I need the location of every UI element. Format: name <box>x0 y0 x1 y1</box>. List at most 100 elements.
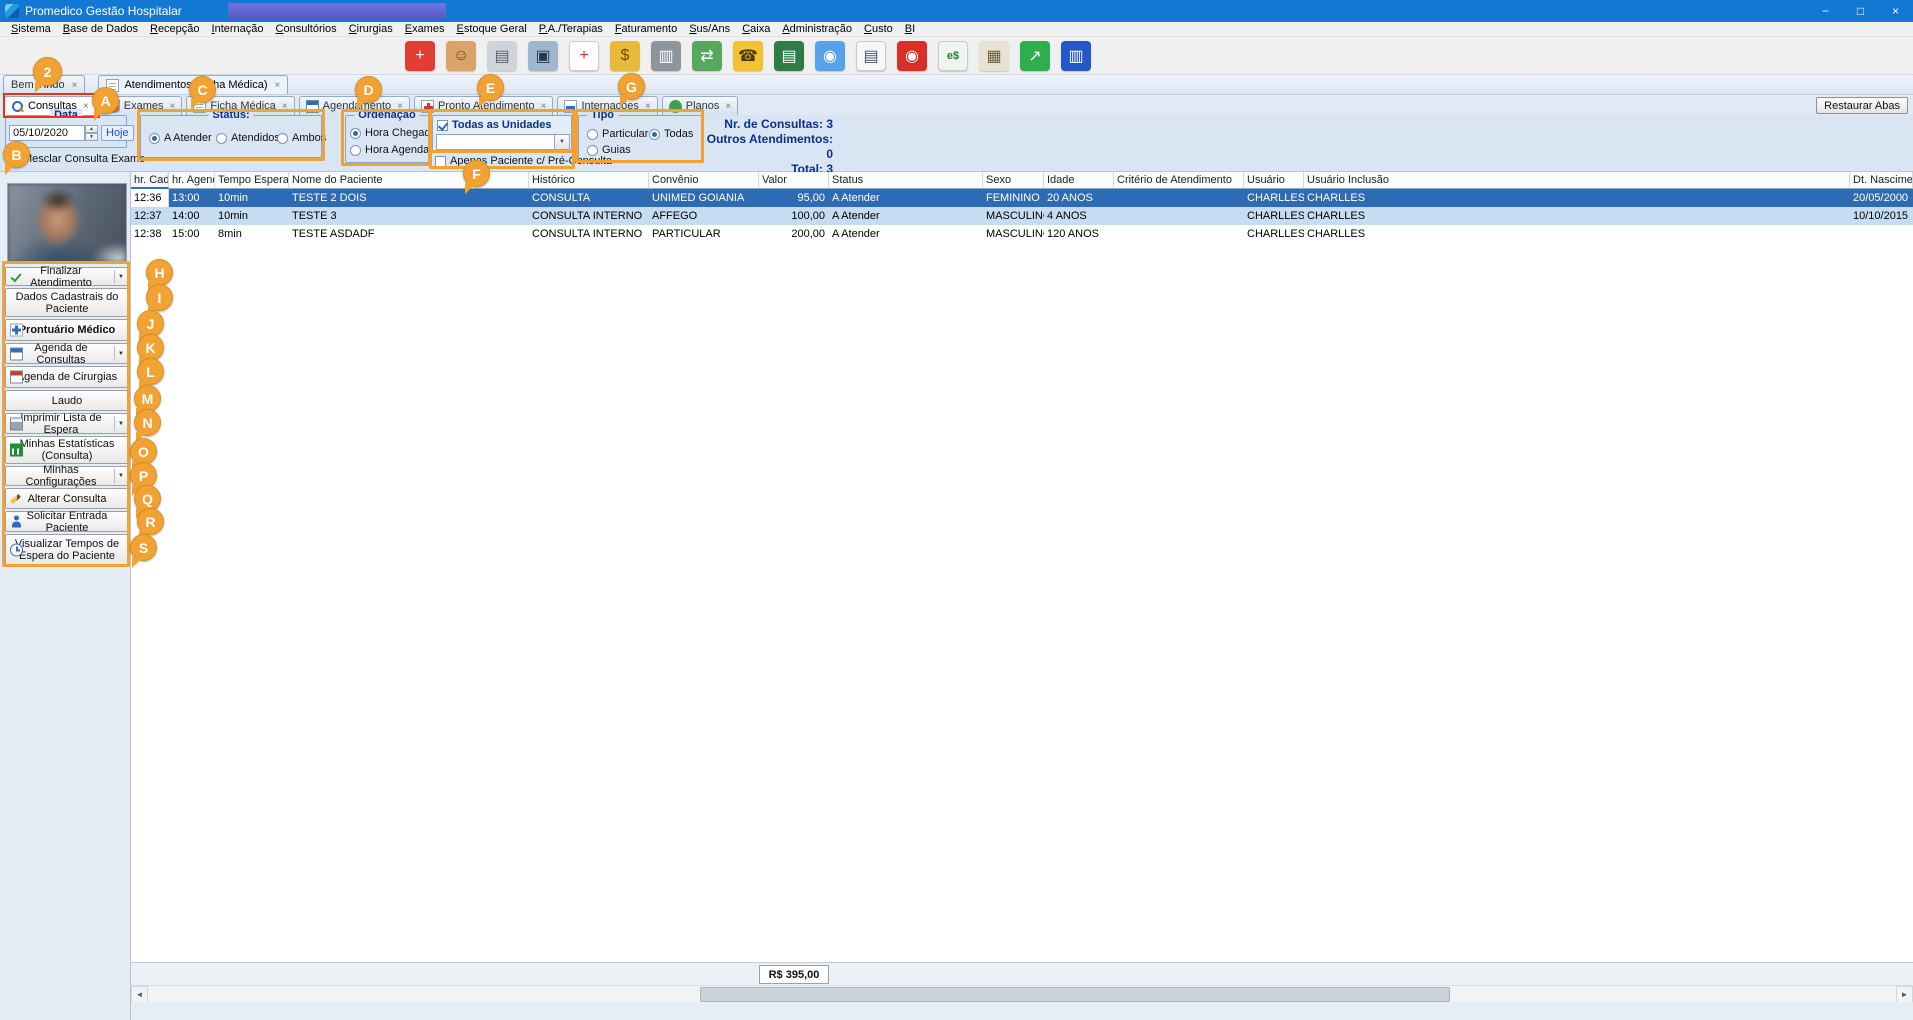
column-header[interactable]: Valor <box>759 172 829 189</box>
monitoring-icon[interactable]: ↗ <box>1020 41 1050 71</box>
phonebook-icon[interactable]: ☎ <box>733 41 763 71</box>
date-input[interactable]: 05/10/2020 <box>9 125 85 141</box>
stats-label: Nr. de Consultas: <box>724 117 823 131</box>
column-header[interactable]: Tempo Espera <box>215 172 289 189</box>
close-icon[interactable]: × <box>72 80 78 91</box>
scroll-left-icon[interactable]: ◄ <box>131 986 148 1003</box>
column-header[interactable]: Status <box>829 172 983 189</box>
stats-summary: Nr. de Consultas: 3 Outros Atendimentos:… <box>698 117 833 177</box>
column-header[interactable]: hr. Cad. <box>131 172 169 189</box>
annotation-red-rect-consultas <box>3 93 100 118</box>
close-icon[interactable]: × <box>275 80 281 91</box>
ledger-icon[interactable]: ▤ <box>774 41 804 71</box>
table-row[interactable]: 12:36 13:00 10min TESTE 2 DOIS CONSULTA … <box>131 189 1913 207</box>
menu-estoque-geral[interactable]: Estoque Geral <box>450 23 532 35</box>
column-header[interactable]: Histórico <box>529 172 649 189</box>
annotation-balloon-n: N <box>134 409 161 436</box>
annotation-letter: K <box>145 340 155 356</box>
menu-sistema[interactable]: Sistema <box>5 23 57 35</box>
table-cell: TESTE 2 DOIS <box>289 189 529 207</box>
menu-bi[interactable]: BI <box>899 23 921 35</box>
column-header[interactable]: Critério de Atendimento <box>1114 172 1244 189</box>
column-header[interactable]: Dt. Nascimento <box>1850 172 1913 189</box>
shutdown-icon[interactable]: ◉ <box>897 41 927 71</box>
table-row[interactable]: 12:37 14:00 10min TESTE 3 CONSULTA INTER… <box>131 207 1913 225</box>
main-area: Finalizar Atendimento ▼ Dados Cadastrais… <box>0 172 1913 1020</box>
menu-exames[interactable]: Exames <box>399 23 451 35</box>
bi-icon[interactable]: ▥ <box>1061 41 1091 71</box>
scrollbar-thumb[interactable] <box>700 987 1450 1002</box>
finance-icon[interactable]: $ <box>610 41 640 71</box>
column-header[interactable]: hr. Agend. <box>169 172 215 189</box>
column-header[interactable]: Usuário <box>1244 172 1304 189</box>
menu-consultorios[interactable]: Consultórios <box>270 23 343 35</box>
annotation-balloon-a: A <box>92 87 119 114</box>
spinner-down-icon[interactable]: ▼ <box>85 133 98 141</box>
annotation-letter: C <box>197 82 207 98</box>
restaurar-abas-button[interactable]: Restaurar Abas <box>1816 97 1908 114</box>
scroll-right-icon[interactable]: ► <box>1896 986 1913 1003</box>
e-invoice-icon[interactable]: e$ <box>938 41 968 71</box>
menu-faturamento[interactable]: Faturamento <box>609 23 683 35</box>
ambulance-icon[interactable]: + <box>569 41 599 71</box>
minimize-button[interactable]: − <box>1808 0 1843 22</box>
annotation-balloon-c: C <box>189 76 216 103</box>
table-cell: CHARLLES <box>1244 225 1304 243</box>
emergency-icon[interactable]: + <box>405 41 435 71</box>
annotation-balloon-g: G <box>618 73 645 100</box>
fax-icon[interactable]: ▤ <box>487 41 517 71</box>
table-cell: UNIMED GOIANIA <box>649 189 759 207</box>
checkbox-label: Mesclar Consulta Exame <box>23 153 145 165</box>
annotation-letter: H <box>154 265 164 281</box>
maximize-button[interactable]: □ <box>1843 0 1878 22</box>
menu-internacao[interactable]: Internação <box>206 23 270 35</box>
menu-sus-ans[interactable]: Sus/Ans <box>683 23 736 35</box>
column-header[interactable]: Idade <box>1044 172 1114 189</box>
menu-caixa[interactable]: Caixa <box>736 23 776 35</box>
close-icon[interactable]: × <box>725 101 731 112</box>
table-cell: 120 ANOS <box>1044 225 1114 243</box>
table-cell: AFFEGO <box>649 207 759 225</box>
table-cell: 8min <box>215 225 289 243</box>
horizontal-scrollbar[interactable]: ◄ ► <box>131 985 1913 1002</box>
menu-recepcao[interactable]: Recepção <box>144 23 206 35</box>
workstation-icon[interactable]: ▣ <box>528 41 558 71</box>
date-spinner: ▲ ▼ <box>85 125 98 141</box>
table-cell: 12:38 <box>131 225 169 243</box>
annotation-balloon-k: K <box>137 334 164 361</box>
column-header[interactable]: Sexo <box>983 172 1044 189</box>
menu-administracao[interactable]: Administração <box>776 23 858 35</box>
menu-pa-terapias[interactable]: P.A./Terapias <box>533 23 609 35</box>
column-header[interactable]: Nome do Paciente <box>289 172 529 189</box>
grid-header-row: hr. Cad. hr. Agend. Tempo Espera Nome do… <box>131 172 1913 189</box>
table-cell: 10min <box>215 207 289 225</box>
column-header[interactable]: Usuário Inclusão <box>1304 172 1850 189</box>
clipboard-icon[interactable]: ▦ <box>979 41 1009 71</box>
table-cell: 100,00 <box>759 207 829 225</box>
toolbar: + ☺ ▤ ▣ + $ ▥ ⇄ ☎ ▤ ◉ ▤ ◉ e$ ▦ ↗ ▥ <box>0 37 1913 75</box>
hoje-button[interactable]: Hoje <box>101 125 134 141</box>
spinner-up-icon[interactable]: ▲ <box>85 125 98 133</box>
table-row[interactable]: 12:38 15:00 8min TESTE ASDADF CONSULTA I… <box>131 225 1913 243</box>
annotation-letter: F <box>472 166 481 182</box>
table-cell: MASCULINO <box>983 225 1044 243</box>
table-cell: TESTE 3 <box>289 207 529 225</box>
close-button[interactable]: × <box>1878 0 1913 22</box>
exchange-icon[interactable]: ⇄ <box>692 41 722 71</box>
vault-icon[interactable]: ▥ <box>651 41 681 71</box>
menu-cirurgias[interactable]: Cirurgias <box>343 23 399 35</box>
table-cell: A Atender <box>829 189 983 207</box>
menu-custo[interactable]: Custo <box>858 23 899 35</box>
table-cell: CONSULTA INTERNO <box>529 207 649 225</box>
stats-line-consultas: Nr. de Consultas: 3 <box>698 117 833 132</box>
table-cell: 200,00 <box>759 225 829 243</box>
annotation-letter: P <box>139 468 148 484</box>
menu-base-de-dados[interactable]: Base de Dados <box>57 23 144 35</box>
chat-icon[interactable]: ◉ <box>815 41 845 71</box>
annotation-letter: R <box>145 514 155 530</box>
reception-icon[interactable]: ☺ <box>446 41 476 71</box>
column-header[interactable]: Convênio <box>649 172 759 189</box>
table-cell: 12:37 <box>131 207 169 225</box>
report-icon[interactable]: ▤ <box>856 41 886 71</box>
stats-value: 0 <box>826 147 833 161</box>
